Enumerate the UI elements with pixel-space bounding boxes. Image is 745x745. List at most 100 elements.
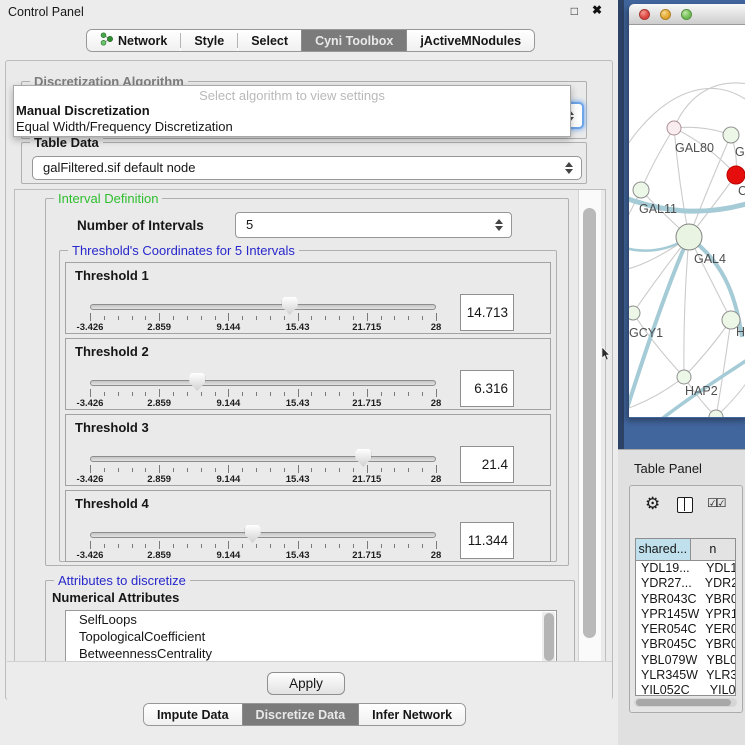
slider-tick xyxy=(145,392,146,396)
tab-style[interactable]: Style xyxy=(181,30,237,51)
network-node-label: GAL80 xyxy=(675,141,714,155)
apply-button[interactable]: Apply xyxy=(267,672,345,695)
network-node[interactable] xyxy=(633,182,649,198)
network-node[interactable] xyxy=(709,410,723,417)
spinner-arrows-icon[interactable] xyxy=(495,219,504,231)
table-row[interactable]: YDL19...YDL1 xyxy=(636,561,735,576)
slider-tick xyxy=(256,468,257,472)
slider-tick xyxy=(187,392,188,396)
network-node-label: GCY1 xyxy=(629,326,663,340)
settings-scrollbar[interactable] xyxy=(578,190,601,662)
table-cell: YLR3 xyxy=(702,668,735,683)
slider-tick xyxy=(215,544,216,548)
slider-tick-label: 28 xyxy=(431,322,442,333)
slider-tick xyxy=(159,465,160,473)
tab-network-label: Network xyxy=(118,34,167,48)
slider-tick xyxy=(408,468,409,472)
column-header-shared[interactable]: shared... xyxy=(636,539,691,560)
slider-tick xyxy=(173,316,174,320)
slider-tick xyxy=(298,389,299,397)
table-horizontal-scrollbar[interactable] xyxy=(634,698,737,707)
slider-tick xyxy=(256,392,257,396)
table-horizontal-scrollbar-thumb[interactable] xyxy=(636,699,731,706)
tab-jactivemnodules[interactable]: jActiveMNodules xyxy=(407,30,534,51)
threshold-value-field[interactable]: 6.316 xyxy=(460,370,514,407)
tab-discretize-data-label: Discretize Data xyxy=(256,708,346,722)
slider-tick xyxy=(381,316,382,320)
table-row[interactable]: YPR145WYPR1 xyxy=(636,607,735,622)
zoom-traffic-light-icon[interactable] xyxy=(681,9,692,20)
float-window-icon[interactable]: □ xyxy=(571,4,578,18)
threshold-slider[interactable]: -3.4262.8599.14415.4321.71528 xyxy=(82,375,444,409)
list-item[interactable]: BetweennessCentrality xyxy=(66,645,556,662)
close-icon[interactable]: ✖ xyxy=(592,3,602,17)
slider-track[interactable] xyxy=(90,456,436,462)
slider-tick xyxy=(422,316,423,320)
network-node[interactable] xyxy=(677,370,691,384)
tab-impute-data[interactable]: Impute Data xyxy=(144,704,242,725)
column-header-name[interactable]: n xyxy=(691,539,735,560)
tab-network[interactable]: Network xyxy=(87,30,180,51)
table-cell: YER0 xyxy=(701,622,735,637)
numerical-attributes-list[interactable]: SelfLoops TopologicalCoefficient Between… xyxy=(65,610,557,663)
slider-tick xyxy=(242,544,243,548)
network-window-titlebar[interactable] xyxy=(629,4,745,25)
slider-tick xyxy=(325,544,326,548)
threshold-coordinates-title: Threshold's Coordinates for 5 Intervals xyxy=(68,243,299,258)
table-row[interactable]: YDR27...YDR2 xyxy=(636,576,735,591)
slider-tick xyxy=(311,468,312,472)
table-row[interactable]: YBL079WYBL0 xyxy=(636,653,735,668)
network-node[interactable] xyxy=(676,224,702,250)
slider-tick xyxy=(436,389,437,397)
column-layout-icon[interactable] xyxy=(677,497,693,513)
list-scrollbar[interactable] xyxy=(542,612,555,663)
slider-tick-label: -3.426 xyxy=(77,474,104,485)
tab-cyni-toolbox[interactable]: Cyni Toolbox xyxy=(301,30,407,51)
table-row[interactable]: YBR045CYBR0 xyxy=(636,637,735,652)
threshold-slider[interactable]: -3.4262.8599.14415.4321.71528 xyxy=(82,299,444,333)
slider-tick xyxy=(228,465,229,473)
slider-track[interactable] xyxy=(90,532,436,538)
list-scrollbar-thumb[interactable] xyxy=(544,613,554,661)
threshold-slider[interactable]: -3.4262.8599.14415.4321.71528 xyxy=(82,451,444,485)
table-cell: YIL0 xyxy=(706,683,735,696)
threshold-value-field[interactable]: 11.344 xyxy=(460,522,514,559)
slider-tick-label: 28 xyxy=(431,474,442,485)
network-node[interactable] xyxy=(723,127,739,143)
slider-track[interactable] xyxy=(90,380,436,386)
slider-tick-label: 2.859 xyxy=(147,398,171,409)
slider-track[interactable] xyxy=(90,304,436,310)
table-row[interactable]: YBR043CYBR0 xyxy=(636,592,735,607)
network-canvas[interactable]: GAL80GACGAL11GAL4GCY1HHAP2 xyxy=(629,25,745,417)
algorithm-option-manual[interactable]: Manual Discretization xyxy=(14,103,570,119)
close-traffic-light-icon[interactable] xyxy=(639,9,650,20)
table-data-combobox[interactable]: galFiltered.sif default node xyxy=(32,156,582,180)
settings-scrollbar-thumb[interactable] xyxy=(583,208,596,638)
table-row[interactable]: YIL052CYIL0 xyxy=(636,683,735,696)
threshold-value-field[interactable]: 21.4 xyxy=(460,446,514,483)
threshold-value-field[interactable]: 14.713 xyxy=(460,294,514,331)
slider-tick xyxy=(104,468,105,472)
number-of-intervals-spinner[interactable]: 5 xyxy=(235,212,512,238)
list-item[interactable]: TopologicalCoefficient xyxy=(66,628,556,645)
minimize-traffic-light-icon[interactable] xyxy=(660,9,671,20)
network-node[interactable] xyxy=(629,306,640,320)
slider-tick-labels: -3.4262.8599.14415.4321.71528 xyxy=(82,550,444,561)
list-item[interactable]: SelfLoops xyxy=(66,611,556,628)
checkbox-icons[interactable]: ☑☑ xyxy=(707,496,725,510)
tab-infer-network[interactable]: Infer Network xyxy=(359,704,465,725)
network-node[interactable] xyxy=(727,166,745,184)
slider-tick xyxy=(353,316,354,320)
algorithm-option-equal-width[interactable]: Equal Width/Frequency Discretization xyxy=(14,119,570,135)
tab-discretize-data[interactable]: Discretize Data xyxy=(242,704,360,725)
bottom-tab-bar: Impute Data Discretize Data Infer Networ… xyxy=(143,703,466,726)
table-cell: YER054C xyxy=(636,622,701,637)
network-node[interactable] xyxy=(667,121,681,135)
gear-icon[interactable]: ⚙ xyxy=(645,494,660,514)
tab-select[interactable]: Select xyxy=(238,30,301,51)
threshold-slider[interactable]: -3.4262.8599.14415.4321.71528 xyxy=(82,527,444,561)
table-row[interactable]: YER054CYER0 xyxy=(636,622,735,637)
algorithm-hint-option[interactable]: Select algorithm to view settings xyxy=(14,86,570,103)
table-row[interactable]: YLR345WYLR3 xyxy=(636,668,735,683)
slider-tick xyxy=(381,544,382,548)
